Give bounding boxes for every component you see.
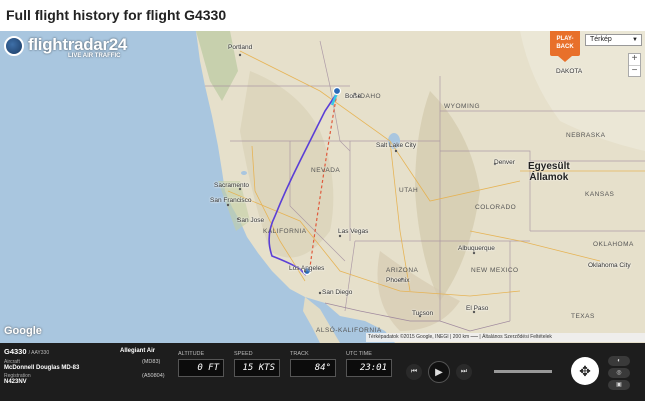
speed-readout: SPEED 15 KTS bbox=[234, 351, 280, 377]
playback-pointer bbox=[558, 56, 572, 62]
label-portland: Portland bbox=[228, 44, 253, 51]
label-las-vegas: Las Vegas bbox=[338, 228, 369, 235]
country-label-line1: Egyesült bbox=[528, 161, 570, 172]
state-new-mexico: NEW MEXICO bbox=[471, 267, 519, 274]
country-label: Egyesült Államok bbox=[528, 161, 570, 183]
label-phoenix: Phoenix bbox=[386, 277, 410, 284]
aircraft-row: Aircraft McDonnell Douglas MD-83 (MD83) bbox=[4, 359, 164, 371]
chevron-down-icon: ▼ bbox=[632, 37, 638, 43]
speed-label: SPEED bbox=[234, 351, 253, 357]
state-nebraska: NEBRASKA bbox=[566, 132, 606, 139]
label-salt-lake-city: Salt Lake City bbox=[376, 142, 417, 149]
altitude-label: ALTITUDE bbox=[178, 351, 205, 357]
state-kalifornia: KALIFORNIA bbox=[263, 228, 307, 235]
play-button[interactable]: ▶ bbox=[428, 361, 450, 383]
layers-toggle-icon[interactable]: ◎ bbox=[608, 368, 630, 378]
label-san-francisco: San Francisco bbox=[210, 197, 252, 204]
altitude-readout: ALTITUDE 0 FT bbox=[178, 351, 224, 377]
playback-line1: PLAY- bbox=[556, 36, 574, 42]
label-oklahoma-city: Oklahoma City bbox=[588, 262, 631, 269]
utc-time-value: 23:01 bbox=[346, 359, 392, 377]
label-los-angeles: Los Angeles bbox=[289, 265, 325, 272]
origin-marker[interactable] bbox=[332, 86, 342, 96]
state-texas: TEXAS bbox=[571, 313, 595, 320]
flight-details: G4330 / AAY330 Allegiant Air Aircraft Mc… bbox=[4, 347, 165, 385]
state-idaho: IDAHO bbox=[358, 93, 382, 100]
label-san-diego: San Diego bbox=[322, 289, 353, 296]
zoom-in-button[interactable]: + bbox=[629, 54, 640, 65]
state-kansas: KANSAS bbox=[585, 191, 615, 198]
label-san-jose: San Jose bbox=[237, 217, 265, 224]
playback-slider-fill bbox=[494, 370, 552, 373]
state-utah: UTAH bbox=[399, 187, 419, 194]
flight-number: G4330 bbox=[4, 347, 27, 356]
google-logo[interactable]: Google bbox=[4, 325, 42, 337]
utc-time-label: UTC TIME bbox=[346, 351, 372, 357]
pan-control-icon[interactable]: ✥ bbox=[571, 357, 599, 385]
map-type-select[interactable]: Térkép ▼ bbox=[585, 34, 642, 46]
track-value: 84° bbox=[290, 359, 336, 377]
flight-callsign: / AAY330 bbox=[28, 350, 50, 356]
label-sacramento: Sacramento bbox=[214, 182, 250, 189]
map-type-value: Térkép bbox=[590, 36, 612, 43]
track-label: TRACK bbox=[290, 351, 309, 357]
aircraft-code: (MD83) bbox=[142, 359, 161, 365]
playback-button[interactable]: PLAY- BACK bbox=[550, 31, 580, 56]
flight-info-panel: G4330 / AAY330 Allegiant Air Aircraft Mc… bbox=[0, 343, 645, 401]
aircraft-type: McDonnell Douglas MD-83 bbox=[4, 365, 80, 371]
state-oklahoma: OKLAHOMA bbox=[593, 241, 634, 248]
fullscreen-toggle-icon[interactable]: ▣ bbox=[608, 380, 630, 390]
label-denver: Denver bbox=[494, 159, 515, 166]
state-arizona: ARIZONA bbox=[386, 267, 419, 274]
zoom-out-button[interactable]: − bbox=[629, 66, 640, 77]
rewind-button[interactable]: ⏮ bbox=[406, 364, 422, 380]
map-attribution[interactable]: Térképadatok ©2015 Google, INEGI | 200 k… bbox=[366, 333, 645, 342]
airline-name: Allegiant Air bbox=[120, 348, 156, 354]
flight-map[interactable]: flightradar24 LIVE AIR TRAFFIC PLAY- BAC… bbox=[0, 31, 645, 343]
label-el-paso: El Paso bbox=[466, 305, 489, 312]
logo-tagline: LIVE AIR TRAFFIC bbox=[68, 53, 121, 59]
globe-icon bbox=[4, 36, 24, 56]
state-wyoming: WYOMING bbox=[444, 103, 480, 110]
settings-toggle-icon[interactable]: ◐ bbox=[608, 356, 630, 366]
zoom-control: + − bbox=[628, 53, 641, 77]
forward-button[interactable]: ⏭ bbox=[456, 364, 472, 380]
utc-time-readout: UTC TIME 23:01 bbox=[346, 351, 392, 377]
track-readout: TRACK 84° bbox=[290, 351, 336, 377]
speed-value: 15 KTS bbox=[234, 359, 280, 377]
map-base bbox=[100, 31, 645, 343]
lake-tahoe bbox=[241, 171, 247, 175]
label-dakota: DAKOTA bbox=[556, 68, 583, 75]
registration-row: Registration N423NV (A50804) bbox=[4, 373, 165, 385]
registration-value: N423NV bbox=[4, 379, 27, 385]
label-tucson: Tucson bbox=[412, 310, 434, 317]
country-label-line2: Államok bbox=[529, 172, 569, 183]
label-albuquerque: Albuquerque bbox=[458, 245, 495, 252]
altitude-value: 0 FT bbox=[178, 359, 224, 377]
playback-line2: BACK bbox=[556, 44, 574, 50]
state-colorado: COLORADO bbox=[475, 204, 517, 211]
page-title: Full flight history for flight G4330 bbox=[6, 7, 227, 23]
mode-s-code: (A50804) bbox=[142, 373, 165, 379]
state-nevada: NEVADA bbox=[311, 167, 341, 174]
playback-slider[interactable] bbox=[494, 370, 552, 373]
logo-text: flightradar24 bbox=[28, 35, 128, 54]
